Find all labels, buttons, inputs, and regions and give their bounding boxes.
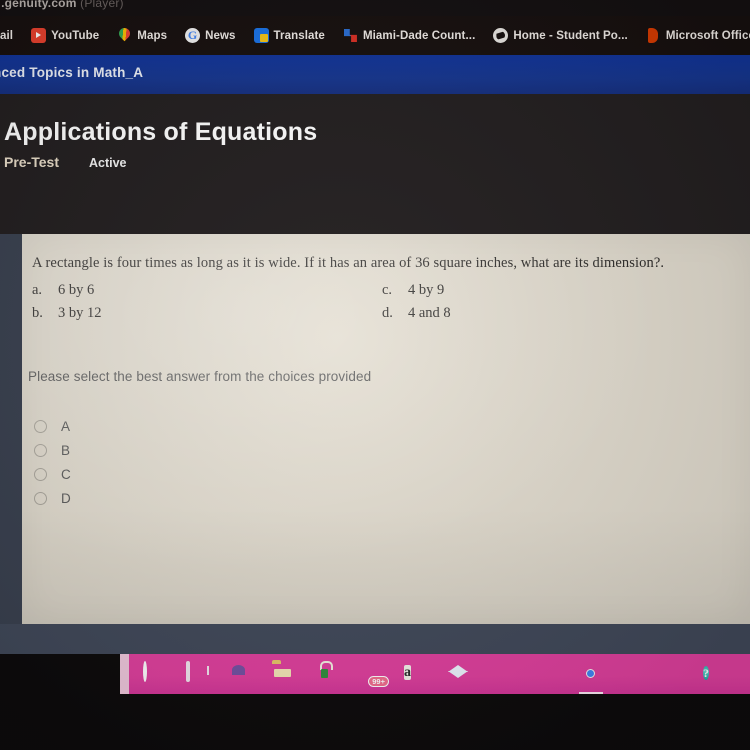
taskbar-item-dropbox[interactable] bbox=[437, 654, 481, 694]
question-content-panel: A rectangle is four times as long as it … bbox=[22, 234, 750, 624]
choice-letter: b. bbox=[32, 305, 43, 321]
taskbar-item-microsoft-store[interactable] bbox=[305, 654, 349, 694]
windows-taskbar: 99+ a ? bbox=[129, 654, 750, 694]
bookmark-label: Maps bbox=[137, 29, 168, 42]
taskbar-item-orange-app[interactable] bbox=[525, 654, 569, 694]
bookmark-label: Home - Student Po... bbox=[513, 29, 628, 42]
student-portal-icon bbox=[493, 28, 509, 43]
bookmark-youtube[interactable]: YouTube bbox=[22, 28, 108, 43]
bookmark-gmail[interactable]: ail bbox=[0, 30, 22, 42]
google-maps-icon bbox=[117, 28, 132, 43]
desktop-background-band bbox=[0, 624, 750, 654]
answer-option-b[interactable]: B bbox=[34, 438, 71, 462]
taskbar-item-chrome[interactable] bbox=[569, 654, 613, 694]
answer-option-label: C bbox=[61, 466, 71, 482]
answer-option-a[interactable]: A bbox=[34, 414, 71, 438]
bookmark-label: YouTube bbox=[51, 29, 100, 42]
choice-row: b. 3 by 12 d. 4 and 8 bbox=[32, 305, 732, 322]
assessment-header: Applications of Equations Pre-Test Activ… bbox=[0, 94, 750, 234]
browser-tab-subtitle: (Player) bbox=[76, 0, 124, 10]
screen-photo: ...genuity.com (Player) ail YouTube Maps… bbox=[0, 0, 750, 750]
taskbar-item-file-explorer[interactable] bbox=[261, 654, 305, 694]
choice-text: 4 by 9 bbox=[408, 282, 445, 298]
assessment-type-label: Pre-Test bbox=[4, 154, 59, 170]
bookmark-translate[interactable]: Translate bbox=[245, 28, 334, 43]
radio-button-a[interactable] bbox=[34, 419, 47, 433]
bookmark-maps[interactable]: Maps bbox=[108, 28, 176, 43]
choice-b[interactable]: b. 3 by 12 bbox=[32, 305, 382, 322]
google-translate-icon bbox=[253, 28, 269, 43]
choice-letter: c. bbox=[382, 282, 393, 298]
course-banner: nced Topics in Math_A bbox=[0, 55, 750, 94]
answer-options: A B C D bbox=[34, 414, 71, 510]
help-app-icon: ? bbox=[703, 666, 709, 680]
bookmark-label: News bbox=[205, 29, 236, 42]
answer-option-label: B bbox=[61, 442, 71, 458]
browser-tab-title[interactable]: ...genuity.com (Player) bbox=[0, 0, 124, 10]
bookmark-miami-dade[interactable]: Miami-Dade Count... bbox=[334, 28, 484, 43]
choice-text: 3 by 12 bbox=[58, 305, 102, 321]
choice-a[interactable]: a. 6 by 6 bbox=[32, 282, 382, 299]
answer-option-label: D bbox=[61, 490, 71, 506]
choice-text: 4 and 8 bbox=[408, 305, 451, 321]
task-view-icon bbox=[186, 661, 190, 682]
bookmark-label: ail bbox=[0, 29, 14, 42]
bookmark-microsoft-office[interactable]: Microsoft Office bbox=[637, 28, 750, 43]
bookmark-label: Miami-Dade Count... bbox=[362, 29, 476, 42]
desktop-background-left bbox=[0, 234, 22, 654]
google-news-icon: G bbox=[185, 28, 201, 43]
taskbar-item-task-view[interactable] bbox=[173, 654, 217, 694]
radio-button-d[interactable] bbox=[34, 491, 47, 505]
browser-tab-strip: ...genuity.com (Player) bbox=[0, 0, 750, 16]
radio-button-b[interactable] bbox=[34, 443, 47, 457]
page-title: Applications of Equations bbox=[4, 118, 318, 146]
choice-letter: d. bbox=[382, 305, 393, 321]
bookmark-student-portal[interactable]: Home - Student Po... bbox=[484, 28, 636, 43]
choice-letter: a. bbox=[32, 282, 43, 298]
taskbar-item-lightning-app[interactable] bbox=[481, 654, 525, 694]
miami-dade-icon bbox=[343, 28, 358, 43]
bookmarks-bar: ail YouTube Maps G News Translate Miami-… bbox=[0, 16, 750, 55]
taskbar-item-messages[interactable]: 99+ bbox=[349, 654, 393, 694]
notification-badge: 99+ bbox=[368, 675, 389, 687]
answer-instruction: Please select the best answer from the c… bbox=[28, 369, 372, 384]
taskbar-item-cortana[interactable] bbox=[129, 654, 173, 694]
choice-row: a. 6 by 6 c. 4 by 9 bbox=[32, 282, 732, 299]
course-title: nced Topics in Math_A bbox=[0, 65, 144, 80]
taskbar-item-amazon[interactable]: a bbox=[393, 654, 437, 694]
amazon-icon: a bbox=[404, 665, 411, 680]
question-choices: a. 6 by 6 c. 4 by 9 b. 3 by 12 d. 4 and … bbox=[32, 276, 732, 322]
bookmark-news[interactable]: G News bbox=[176, 28, 244, 43]
bookmark-label: Microsoft Office bbox=[665, 29, 750, 42]
radio-button-c[interactable] bbox=[34, 467, 47, 481]
question-stem: A rectangle is four times as long as it … bbox=[32, 255, 665, 271]
microsoft-office-icon bbox=[646, 28, 661, 43]
choice-c[interactable]: c. 4 by 9 bbox=[382, 282, 732, 299]
taskbar-item-edge[interactable] bbox=[217, 654, 261, 694]
answer-option-d[interactable]: D bbox=[34, 486, 71, 510]
answer-option-label: A bbox=[61, 418, 71, 434]
answer-option-c[interactable]: C bbox=[34, 462, 71, 486]
choice-text: 6 by 6 bbox=[58, 282, 95, 298]
browser-tab-domain: ...genuity.com bbox=[0, 0, 77, 10]
assessment-subheader: Pre-Test Active bbox=[4, 154, 127, 170]
youtube-icon bbox=[31, 28, 47, 43]
bookmark-label: Translate bbox=[273, 29, 325, 42]
choice-d[interactable]: d. 4 and 8 bbox=[382, 305, 732, 322]
cortana-icon bbox=[143, 661, 147, 682]
assessment-status-label: Active bbox=[88, 156, 127, 170]
taskbar-item-help[interactable]: ? bbox=[692, 654, 736, 694]
